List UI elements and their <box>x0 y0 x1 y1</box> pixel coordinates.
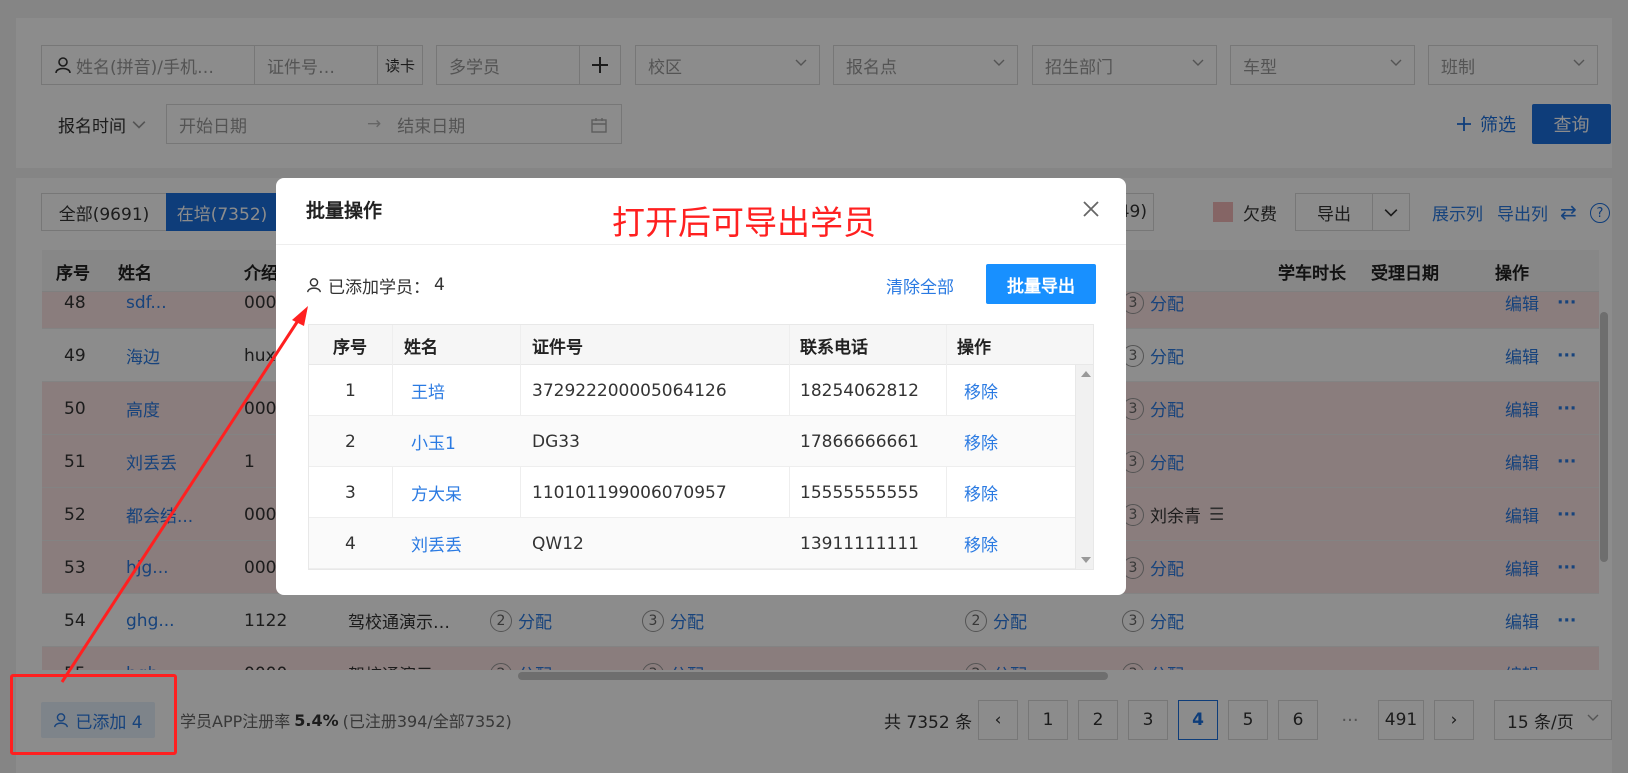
annotation-highlight-box <box>10 674 177 755</box>
remove-button[interactable]: 移除 <box>964 467 998 518</box>
modal-row-phone: 17866666661 <box>800 431 919 452</box>
modal-col-phone: 联系电话 <box>800 337 868 358</box>
modal-row-name-link[interactable]: 方大呆 <box>411 467 462 518</box>
scroll-down-icon[interactable] <box>1081 557 1091 563</box>
list-item: 3 方大呆 110101199006070957 15555555555 移除 <box>309 467 1075 518</box>
modal-row-seq: 1 <box>345 380 356 401</box>
modal-header-divider <box>276 244 1126 245</box>
close-icon[interactable] <box>1082 200 1100 218</box>
added-students-info: 已添加学员： 4 <box>306 270 445 300</box>
list-item: 1 王培 372922200005064126 18254062812 移除 <box>309 365 1075 416</box>
remove-button[interactable]: 移除 <box>964 365 998 416</box>
modal-row-phone: 18254062812 <box>800 380 919 401</box>
modal-row-seq: 4 <box>345 533 356 554</box>
selected-students-table: 序号 姓名 证件号 联系电话 操作 1 王培 37292220000506412… <box>308 324 1094 570</box>
added-students-count: 4 <box>434 275 445 295</box>
batch-export-button[interactable]: 批量导出 <box>986 264 1096 304</box>
clear-all-link[interactable]: 清除全部 <box>886 270 954 300</box>
remove-button[interactable]: 移除 <box>964 416 998 467</box>
modal-row-seq: 3 <box>345 482 356 503</box>
modal-row-name-link[interactable]: 刘丢丢 <box>411 518 462 569</box>
user-icon <box>307 278 321 293</box>
modal-row-id: 372922200005064126 <box>532 380 727 401</box>
modal-col-name: 姓名 <box>404 337 438 358</box>
modal-row-id: 110101199006070957 <box>532 482 727 503</box>
batch-operation-modal: 批量操作 打开后可导出学员 已添加学员： 4 清除全部 批量导出 序号 姓名 证… <box>276 178 1126 595</box>
modal-col-id: 证件号 <box>532 337 583 358</box>
modal-row-id: QW12 <box>532 533 584 554</box>
modal-row-id: DG33 <box>532 431 580 452</box>
list-item: 2 小玉1 DG33 17866666661 移除 <box>309 416 1075 467</box>
modal-row-phone: 13911111111 <box>800 533 919 554</box>
modal-row-name-link[interactable]: 小玉1 <box>411 416 456 467</box>
modal-title: 批量操作 <box>306 199 383 222</box>
modal-col-ops: 操作 <box>957 337 991 358</box>
batch-export-label: 批量导出 <box>1007 276 1075 297</box>
added-students-text: 已添加学员： <box>328 277 430 298</box>
modal-col-seq: 序号 <box>333 337 367 358</box>
scroll-up-icon[interactable] <box>1081 371 1091 377</box>
list-item: 4 刘丢丢 QW12 13911111111 移除 <box>309 518 1075 569</box>
modal-annotation: 打开后可导出学员 <box>612 203 876 242</box>
modal-vertical-scrollbar[interactable] <box>1075 365 1093 569</box>
modal-row-seq: 2 <box>345 431 356 452</box>
modal-row-name-link[interactable]: 王培 <box>411 365 445 416</box>
modal-row-phone: 15555555555 <box>800 482 919 503</box>
remove-button[interactable]: 移除 <box>964 518 998 569</box>
